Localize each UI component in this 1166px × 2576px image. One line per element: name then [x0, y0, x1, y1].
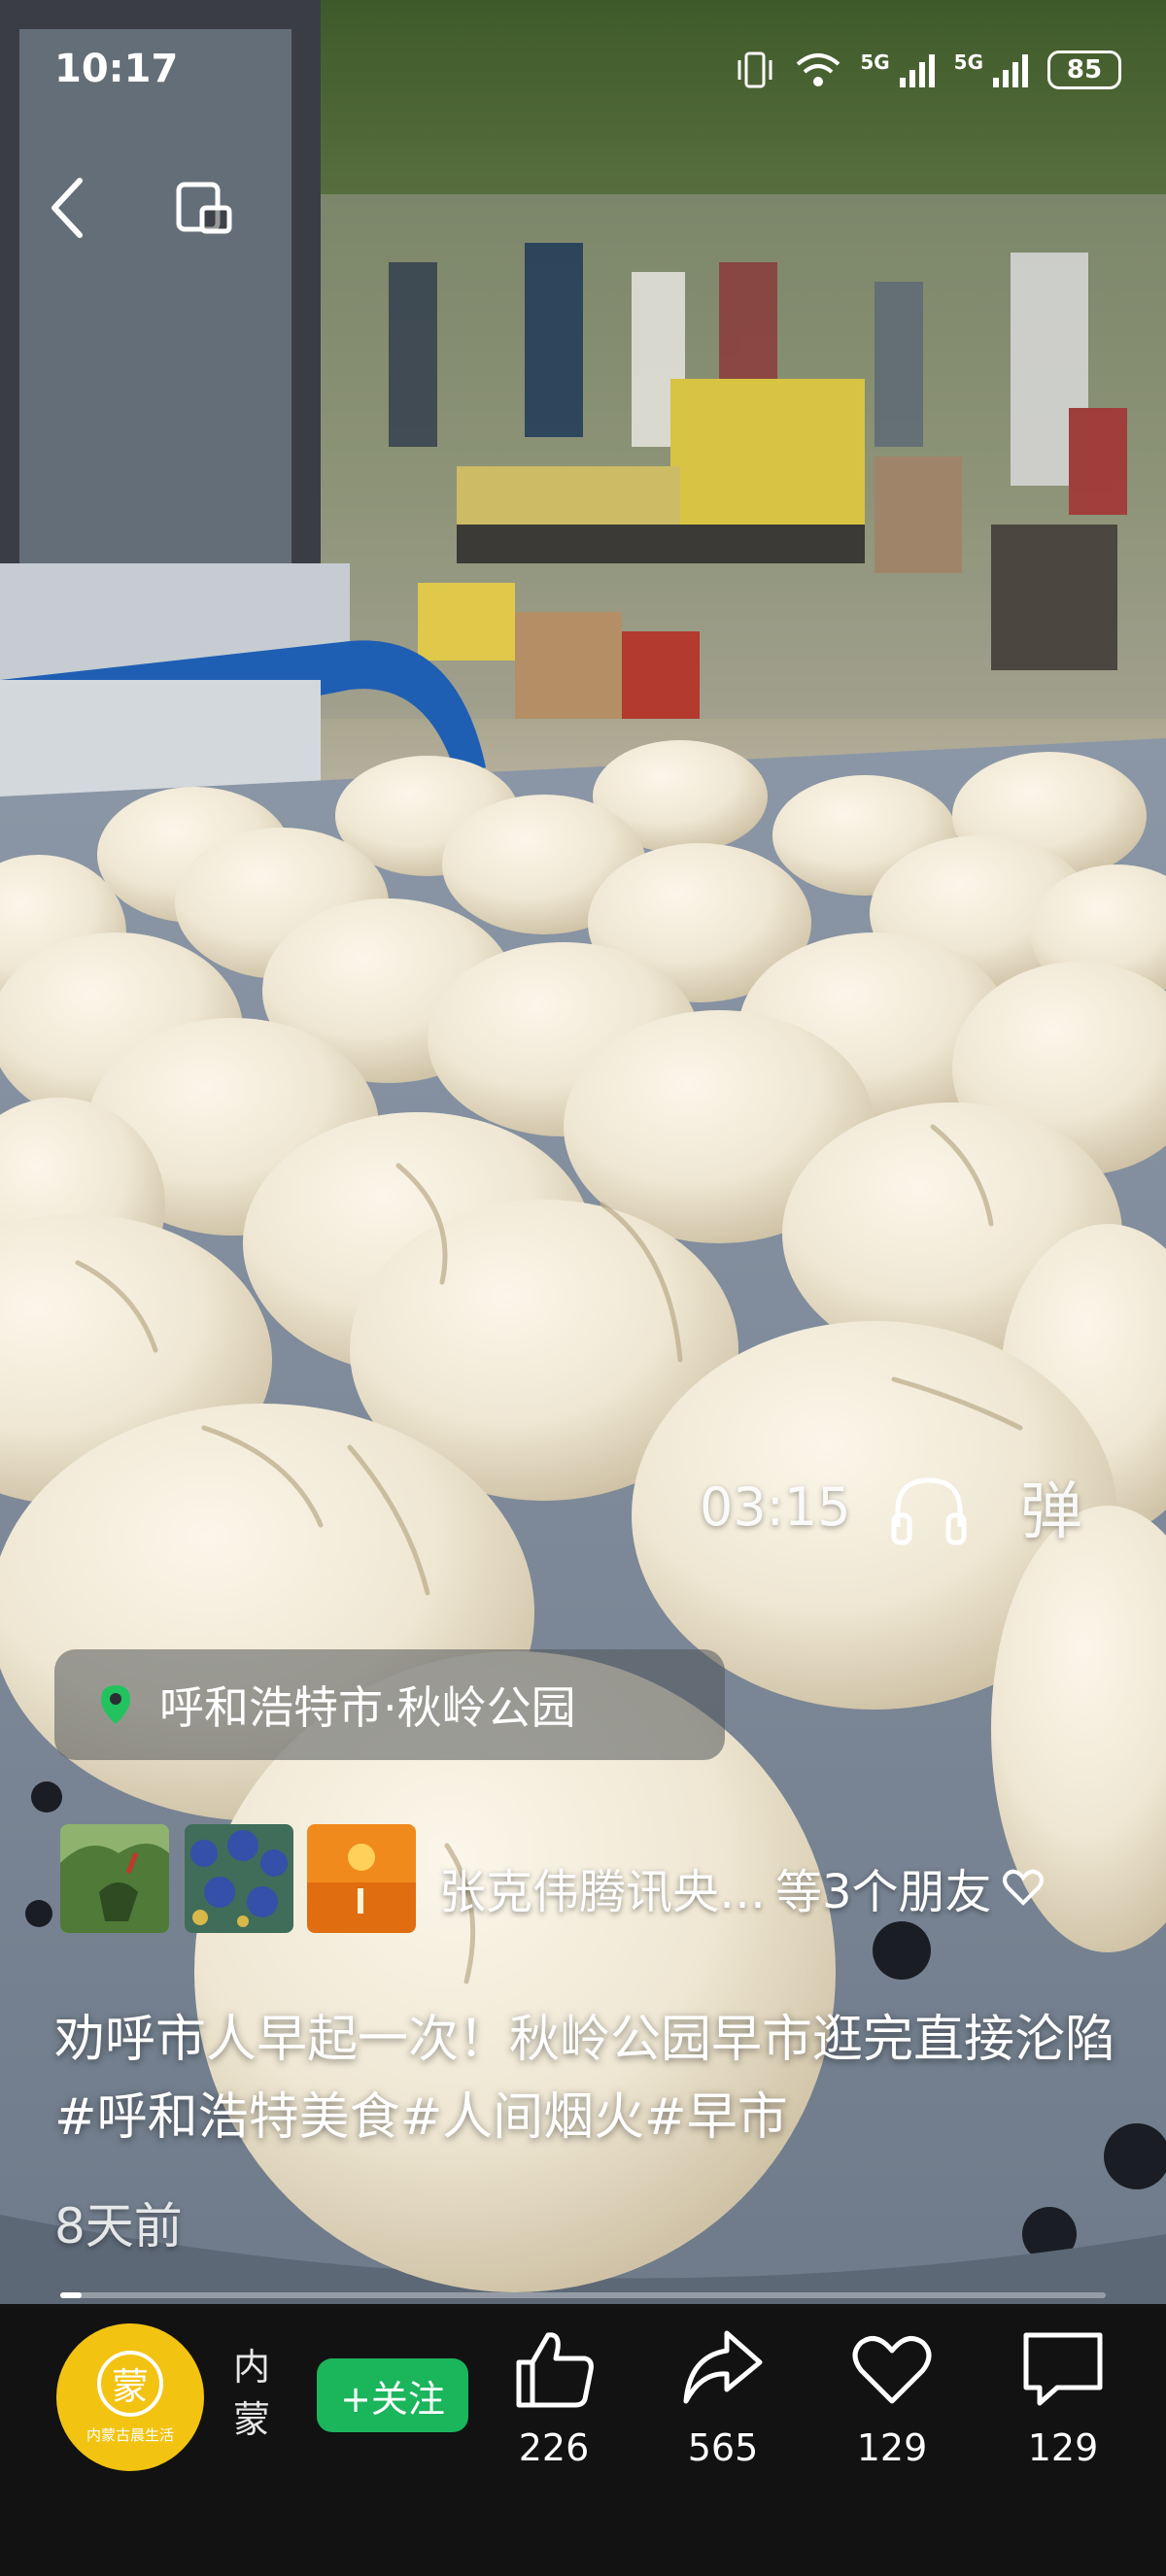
friend-avatar-3[interactable]	[307, 1824, 416, 1933]
comment-count: 129	[1027, 2426, 1099, 2469]
location-text: 呼和浩特市·秋岭公园	[159, 1681, 576, 1734]
network-type-2: 5G	[953, 51, 983, 74]
heart-icon	[852, 2336, 932, 2404]
video-progress-fill	[60, 2292, 82, 2298]
favorite-count: 129	[856, 2426, 928, 2469]
like-count: 226	[518, 2426, 590, 2469]
pip-button[interactable]	[169, 173, 239, 243]
account-logo-sub: 内蒙古晨生活	[86, 2425, 174, 2444]
share-icon	[683, 2330, 763, 2404]
friend-names: 张克伟腾讯央…	[439, 1865, 767, 1919]
share-button[interactable]: 565	[655, 2323, 791, 2469]
video-caption[interactable]: 劝呼市人早起一次！秋岭公园早市逛完直接沦陷#呼和浩特美食#人间烟火#早市	[54, 2001, 1123, 2156]
post-time: 8天前	[54, 2198, 183, 2254]
comment-icon	[1023, 2332, 1103, 2406]
comment-button[interactable]: 129	[995, 2323, 1131, 2469]
friends-text[interactable]: 张克伟腾讯央… 等3个朋友	[439, 1853, 1045, 1921]
friends-count: 等3个朋友	[775, 1865, 992, 1919]
follow-button[interactable]: +关注	[317, 2358, 468, 2432]
status-time: 10:17	[54, 47, 179, 91]
audio-button[interactable]	[886, 1467, 972, 1552]
friend-avatar-3-image	[307, 1824, 416, 1933]
heart-outline-icon	[1002, 1869, 1044, 1906]
danmu-toggle[interactable]: 弹	[1020, 1462, 1082, 1551]
friend-avatar-2-image	[185, 1824, 293, 1933]
account-name[interactable]: 内蒙活	[233, 2341, 301, 2450]
friend-avatar-1-image	[60, 1824, 169, 1933]
thumbs-up-icon	[516, 2332, 594, 2408]
account-logo-char: 蒙	[97, 2350, 163, 2417]
share-count: 565	[687, 2426, 759, 2469]
back-button[interactable]	[33, 173, 103, 243]
location-chip[interactable]: 呼和浩特市·秋岭公园	[54, 1649, 725, 1760]
like-button[interactable]: 226	[486, 2323, 622, 2469]
location-pin-icon	[101, 1685, 130, 1724]
network-type-1: 5G	[860, 51, 890, 74]
video-frame[interactable]	[0, 0, 1166, 2304]
battery-indicator: 85	[1047, 51, 1121, 89]
video-progress-bar[interactable]	[60, 2292, 1106, 2298]
pip-icon	[176, 182, 232, 234]
back-icon	[51, 178, 83, 238]
video-timecode: 03:15	[700, 1476, 851, 1538]
signal-icon-1	[899, 54, 935, 87]
status-icons: 5G 5G 85	[734, 51, 1121, 89]
headphones-icon	[891, 1477, 967, 1545]
vibrate-icon	[737, 51, 772, 88]
favorite-button[interactable]: 129	[824, 2323, 960, 2469]
wifi-icon	[797, 53, 840, 86]
account-avatar[interactable]: 蒙 内蒙古晨生活	[56, 2323, 204, 2471]
signal-icon-2	[993, 54, 1028, 87]
friend-avatar-2[interactable]	[185, 1824, 293, 1933]
friend-avatar-1[interactable]	[60, 1824, 169, 1933]
